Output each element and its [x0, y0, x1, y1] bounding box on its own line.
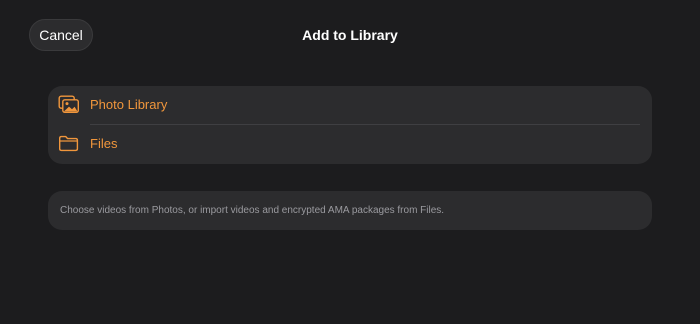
info-card: Choose videos from Photos, or import vid…	[48, 191, 652, 230]
files-label: Files	[90, 136, 118, 151]
folder-icon	[58, 134, 80, 154]
add-to-library-sheet: Cancel Add to Library Photo Library File…	[0, 0, 700, 324]
photo-library-option[interactable]: Photo Library	[48, 86, 652, 125]
page-title: Add to Library	[302, 27, 398, 43]
import-options-list: Photo Library Files	[48, 86, 652, 164]
info-text: Choose videos from Photos, or import vid…	[60, 205, 445, 216]
photo-library-icon	[58, 95, 80, 115]
photo-library-label: Photo Library	[90, 97, 168, 112]
files-option[interactable]: Files	[48, 125, 652, 164]
